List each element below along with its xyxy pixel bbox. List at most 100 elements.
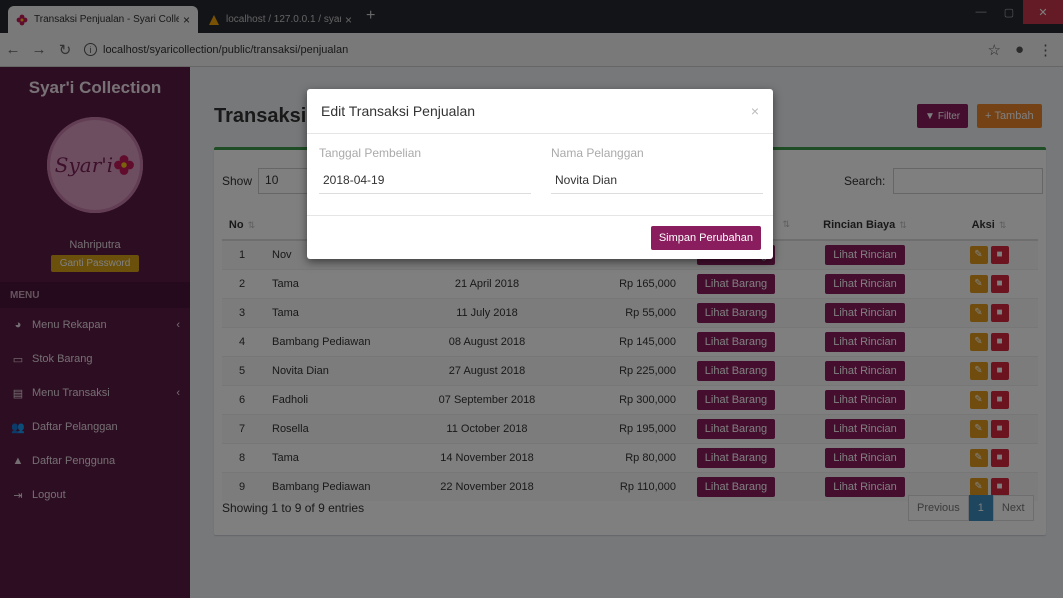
view-details-button[interactable]: Lihat Rincian [825, 302, 905, 323]
view-items-button[interactable]: Lihat Barang [696, 273, 776, 294]
save-changes-button[interactable]: Simpan Perubahan [650, 225, 761, 250]
cell-no: 6 [222, 384, 262, 414]
sidebar-item-daftar-pengguna[interactable]: ▲ Daftar Pengguna [0, 444, 190, 478]
cell-barang: Lihat Barang [682, 413, 790, 443]
reload-icon[interactable]: ↻ [52, 41, 78, 59]
view-details-button[interactable]: Lihat Rincian [825, 360, 905, 381]
cell-aksi: ✎ ■ [940, 442, 1038, 472]
previous-button[interactable]: Previous [908, 495, 969, 521]
view-items-button[interactable]: Lihat Barang [696, 476, 776, 497]
edit-icon[interactable]: ✎ [969, 245, 988, 264]
table-row: 3 Tama 11 July 2018 Rp 55,000 Lihat Barang Li… [222, 297, 1038, 327]
tab-close-icon[interactable]: × [345, 13, 352, 27]
trash-icon[interactable]: ■ [990, 245, 1009, 264]
view-details-button[interactable]: Lihat Rincian [825, 331, 905, 352]
view-details-button[interactable]: Lihat Rincian [825, 273, 905, 294]
edit-icon[interactable]: ✎ [969, 448, 988, 467]
cell-no: 8 [222, 442, 262, 472]
view-details-button[interactable]: Lihat Rincian [825, 418, 905, 439]
brand-title[interactable]: Syar'i Collection [0, 67, 190, 109]
cell-nama: Tama [262, 442, 412, 472]
cell-total: Rp 80,000 [562, 442, 682, 472]
laptop-icon: ▭ [12, 353, 24, 366]
cell-total: Rp 225,000 [562, 355, 682, 385]
trash-icon[interactable]: ■ [990, 419, 1009, 438]
sidebar-item-stok-barang[interactable]: ▭ Stok Barang [0, 342, 190, 376]
purchase-date-input[interactable]: 2018-04-19 [319, 168, 531, 194]
sidebar-item-logout[interactable]: ⇥ Logout [0, 478, 190, 512]
filter-button[interactable]: ▼ Filter [917, 104, 969, 128]
star-icon[interactable]: ☆ [987, 41, 1000, 59]
trash-icon[interactable]: ■ [990, 361, 1009, 380]
change-password-button[interactable]: Ganti Password [51, 255, 139, 272]
next-button[interactable]: Next [992, 495, 1034, 521]
pagination: Previous 1 Next [908, 495, 1034, 521]
edit-icon[interactable]: ✎ [969, 390, 988, 409]
url-field[interactable]: i localhost/syaricollection/public/trans… [84, 43, 348, 56]
back-icon[interactable]: ← [0, 41, 26, 58]
info-icon[interactable]: i [84, 43, 97, 56]
cell-rincian: Lihat Rincian [790, 355, 940, 385]
column-header-no[interactable]: No ⇅ [222, 210, 262, 241]
trash-icon[interactable]: ■ [990, 448, 1009, 467]
page-1-button[interactable]: 1 [968, 495, 993, 521]
cell-nama: Fadholi [262, 384, 412, 414]
column-header-aksi[interactable]: Aksi ⇅ [940, 210, 1038, 241]
trash-icon[interactable]: ■ [990, 332, 1009, 351]
menu-dots-icon[interactable]: ⋮ [1038, 41, 1053, 59]
cell-rincian: Lihat Rincian [790, 413, 940, 443]
edit-icon[interactable]: ✎ [969, 477, 988, 496]
view-details-button[interactable]: Lihat Rincian [825, 476, 905, 497]
sidebar-item-label: Menu Rekapan [32, 319, 107, 331]
sidebar-item-menu-transaksi[interactable]: ▤ Menu Transaksi ‹ [0, 376, 190, 410]
view-details-button[interactable]: Lihat Rincian [825, 389, 905, 410]
cell-tanggal: 11 July 2018 [412, 297, 562, 327]
customer-name-input[interactable]: Novita Dian [551, 168, 763, 194]
sidebar-item-menu-rekapan[interactable]: ◕ Menu Rekapan ‹ [0, 308, 190, 342]
window-close-icon[interactable]: ✕ [1023, 0, 1063, 24]
view-items-button[interactable]: Lihat Barang [696, 418, 776, 439]
sidebar-item-daftar-pelanggan[interactable]: 👥 Daftar Pelanggan [0, 410, 190, 444]
trash-icon[interactable]: ■ [990, 390, 1009, 409]
forward-icon[interactable]: → [26, 41, 52, 58]
user-icon: ▲ [12, 455, 24, 467]
edit-icon[interactable]: ✎ [969, 419, 988, 438]
cell-tanggal: 27 August 2018 [412, 355, 562, 385]
trash-icon[interactable]: ■ [990, 274, 1009, 293]
logo-text: Syar'i [54, 153, 114, 177]
sidebar-item-label: Stok Barang [32, 353, 93, 365]
customer-name-field: Nama Pelanggan Novita Dian [551, 146, 763, 194]
edit-icon[interactable]: ✎ [969, 274, 988, 293]
cell-nama: Tama [262, 268, 412, 298]
minimize-icon[interactable]: — [967, 0, 995, 24]
cell-aksi: ✎ ■ [940, 239, 1038, 269]
new-tab-button[interactable]: + [366, 7, 375, 25]
profile-icon[interactable]: ● [1015, 41, 1024, 59]
page-length-select[interactable]: 10 [258, 168, 313, 194]
search-input[interactable] [893, 168, 1044, 194]
edit-icon[interactable]: ✎ [969, 332, 988, 351]
sidebar-item-label: Daftar Pengguna [32, 455, 116, 467]
view-items-button[interactable]: Lihat Barang [696, 302, 776, 323]
view-details-button[interactable]: Lihat Rincian [825, 244, 905, 265]
trash-icon[interactable]: ■ [990, 477, 1009, 496]
url-text: localhost/syaricollection/public/transak… [103, 43, 349, 56]
tab-close-icon[interactable]: × [183, 13, 190, 27]
modal-close-icon[interactable]: × [751, 103, 759, 119]
edit-icon[interactable]: ✎ [969, 303, 988, 322]
view-items-button[interactable]: Lihat Barang [696, 447, 776, 468]
browser-tab-active[interactable]: Transaksi Penjualan - Syari Colle × [8, 6, 198, 33]
view-details-button[interactable]: Lihat Rincian [825, 447, 905, 468]
column-header-rincian[interactable]: Rincian Biaya ⇅ [790, 210, 940, 241]
view-items-button[interactable]: Lihat Barang [696, 360, 776, 381]
pie-chart-icon: ◕ [14, 319, 22, 331]
view-items-button[interactable]: Lihat Barang [696, 389, 776, 410]
maximize-icon[interactable]: ▢ [995, 0, 1023, 24]
cell-aksi: ✎ ■ [940, 297, 1038, 327]
edit-icon[interactable]: ✎ [969, 361, 988, 380]
cell-rincian: Lihat Rincian [790, 326, 940, 356]
view-items-button[interactable]: Lihat Barang [696, 331, 776, 352]
add-button[interactable]: + Tambah [977, 104, 1042, 128]
trash-icon[interactable]: ■ [990, 303, 1009, 322]
browser-tab-phpmyadmin[interactable]: localhost / 127.0.0.1 / syaricollect × [200, 6, 360, 33]
